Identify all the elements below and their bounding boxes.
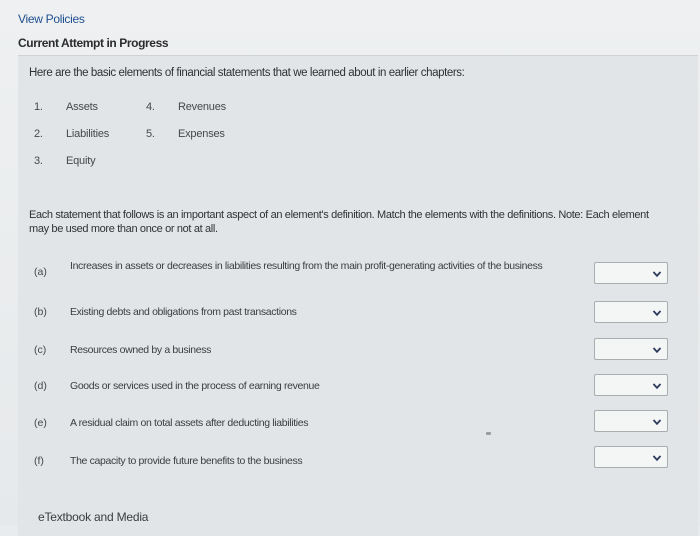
row-letter: (a)	[34, 266, 47, 278]
row-letter: (c)	[34, 344, 47, 356]
row-letter: (d)	[34, 380, 47, 392]
element-label-equity: Equity	[66, 155, 96, 167]
answer-dropdown[interactable]	[594, 338, 668, 360]
instructions: Each statement that follows is an import…	[29, 209, 649, 235]
answer-dropdown[interactable]	[594, 301, 668, 323]
definition-text: Increases in assets or decreases in liab…	[70, 260, 543, 272]
definition-text: Existing debts and obligations from past…	[70, 306, 297, 318]
answer-dropdown[interactable]	[594, 446, 668, 468]
definition-text: Resources owned by a business	[70, 344, 212, 356]
chevron-down-icon	[652, 455, 662, 462]
chevron-down-icon	[652, 419, 662, 426]
definition-text: Goods or services used in the process of…	[70, 380, 320, 392]
chevron-down-icon	[652, 383, 662, 390]
element-label-liabilities: Liabilities	[66, 128, 110, 140]
question-intro: Here are the basic elements of financial…	[29, 67, 465, 79]
element-number: 2.	[34, 128, 43, 140]
chevron-down-icon	[652, 347, 662, 354]
element-number: 1.	[34, 101, 43, 113]
answer-dropdown[interactable]	[594, 410, 668, 432]
answer-dropdown[interactable]	[594, 262, 668, 284]
definition-text: A residual claim on total assets after d…	[70, 417, 309, 429]
element-label-assets: Assets	[66, 101, 98, 113]
attempt-status: Current Attempt in Progress	[18, 36, 169, 50]
definition-text: The capacity to provide future benefits …	[70, 455, 303, 467]
element-number: 5.	[146, 128, 155, 140]
element-number: 3.	[34, 155, 43, 167]
cursor-mark	[486, 432, 491, 435]
chevron-down-icon	[652, 310, 662, 317]
element-label-expenses: Expenses	[178, 128, 225, 140]
row-letter: (f)	[34, 455, 44, 467]
row-letter: (b)	[34, 306, 47, 318]
element-label-revenues: Revenues	[178, 101, 226, 113]
element-number: 4.	[146, 101, 155, 113]
chevron-down-icon	[652, 271, 662, 278]
row-letter: (e)	[34, 417, 47, 429]
view-policies-link[interactable]: View Policies	[18, 12, 85, 26]
etextbook-media-link[interactable]: eTextbook and Media	[38, 510, 148, 524]
answer-dropdown[interactable]	[594, 374, 668, 396]
page: View Policies Current Attempt in Progres…	[0, 0, 700, 536]
